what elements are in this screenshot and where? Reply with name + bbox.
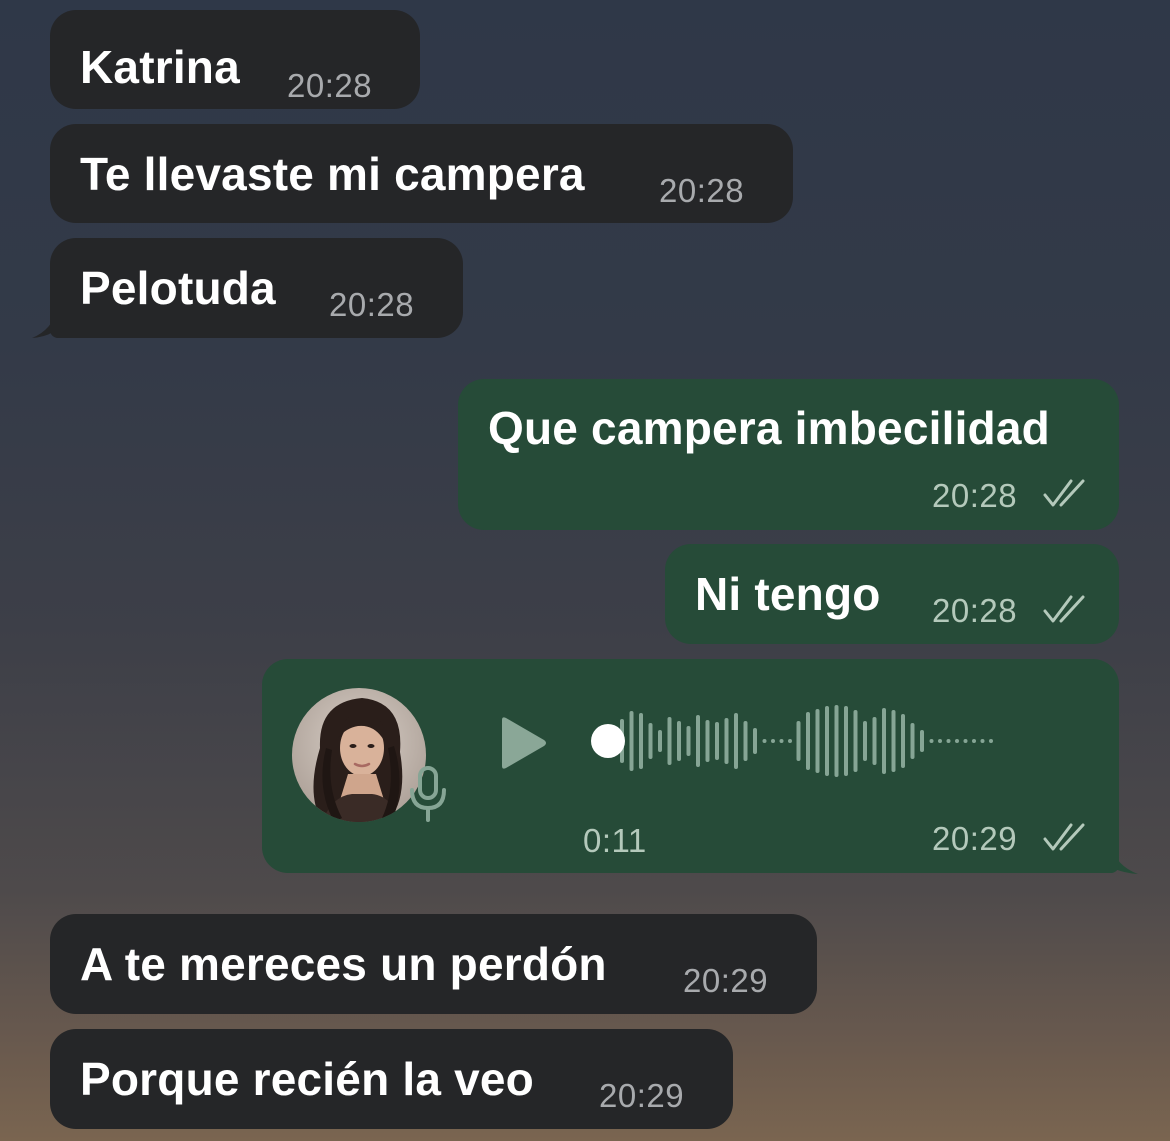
message-text: Te llevaste mi campera: [80, 148, 585, 200]
message-text: Porque recién la veo: [80, 1053, 534, 1105]
waveform-bar: [696, 715, 700, 767]
message-text: Katrina: [80, 41, 240, 93]
waveform-bar: [771, 739, 775, 743]
waveform-bar: [872, 717, 877, 765]
message-bubble-incoming[interactable]: Pelotuda 20:28: [50, 238, 463, 338]
waveform-bar: [980, 739, 985, 743]
waveform-bar: [639, 713, 643, 769]
waveform-bar: [796, 721, 801, 761]
message-bubble-outgoing[interactable]: Ni tengo 20:28: [665, 544, 1119, 644]
waveform-bar: [788, 739, 792, 743]
waveform-bar: [972, 739, 976, 743]
message-bubble-outgoing[interactable]: Que campera imbecilidad 20:28: [458, 379, 1119, 530]
waveform-bar: [955, 739, 959, 743]
waveform-bar: [834, 705, 839, 777]
voice-waveform[interactable]: [590, 700, 1070, 782]
avatar-photo: [292, 688, 426, 822]
playhead-dot[interactable]: [591, 724, 625, 758]
message-time: 20:29: [683, 962, 769, 999]
waveform-bar: [734, 713, 738, 769]
message-bubble-incoming[interactable]: A te mereces un perdón 20:29: [50, 914, 817, 1014]
contact-avatar[interactable]: [292, 688, 426, 822]
waveform-bar: [946, 739, 951, 743]
waveform-bar: [853, 710, 858, 772]
waveform-bar: [920, 730, 924, 752]
waveform-bar: [815, 709, 820, 773]
microphone-icon: [410, 766, 446, 822]
waveform-bar: [963, 739, 968, 743]
waveform-bar: [648, 723, 653, 759]
waveform-bar: [806, 712, 810, 770]
waveform-bar: [677, 721, 681, 761]
waveform-bar: [989, 739, 993, 743]
message-time: 20:28: [329, 286, 415, 323]
waveform-bar: [882, 708, 886, 774]
message-time: 20:29: [932, 820, 1018, 857]
double-check-icon: [1043, 595, 1085, 623]
waveform-bar: [891, 710, 896, 772]
double-check-icon: [1043, 479, 1085, 507]
voice-duration: 0:11: [583, 822, 647, 859]
message-text: Que campera imbecilidad: [488, 402, 1050, 454]
waveform-bar: [910, 723, 915, 759]
message-time: 20:28: [287, 67, 373, 104]
message-time: 20:29: [599, 1077, 685, 1114]
waveform-bar: [705, 720, 710, 762]
waveform-bar: [715, 722, 719, 760]
waveform-bar: [667, 717, 672, 765]
waveform-bar: [901, 714, 905, 768]
message-text: A te mereces un perdón: [80, 938, 607, 990]
waveform-bar: [762, 739, 767, 743]
message-time: 20:28: [932, 592, 1018, 629]
message-text: Ni tengo: [695, 568, 881, 620]
waveform-bar: [825, 706, 829, 776]
waveform-bar: [779, 739, 784, 743]
message-bubble-incoming[interactable]: Katrina 20:28: [50, 10, 420, 109]
waveform-bar: [629, 711, 634, 771]
message-time: 20:28: [932, 477, 1018, 514]
waveform-bar: [753, 728, 757, 754]
waveform-bar: [844, 706, 848, 776]
waveform-bar: [743, 721, 748, 761]
waveform-bar: [724, 718, 729, 764]
message-bubble-incoming[interactable]: Te llevaste mi campera 20:28: [50, 124, 793, 223]
waveform-bar: [686, 726, 691, 756]
double-check-icon: [1043, 823, 1085, 851]
message-time: 20:28: [659, 172, 745, 209]
message-text: Pelotuda: [80, 262, 276, 314]
play-icon[interactable]: [498, 716, 548, 770]
waveform-bar: [863, 721, 867, 761]
waveform-bar: [938, 739, 942, 743]
message-bubble-incoming[interactable]: Porque recién la veo 20:29: [50, 1029, 733, 1129]
waveform-bar: [658, 730, 662, 752]
waveform-bar: [929, 739, 934, 743]
